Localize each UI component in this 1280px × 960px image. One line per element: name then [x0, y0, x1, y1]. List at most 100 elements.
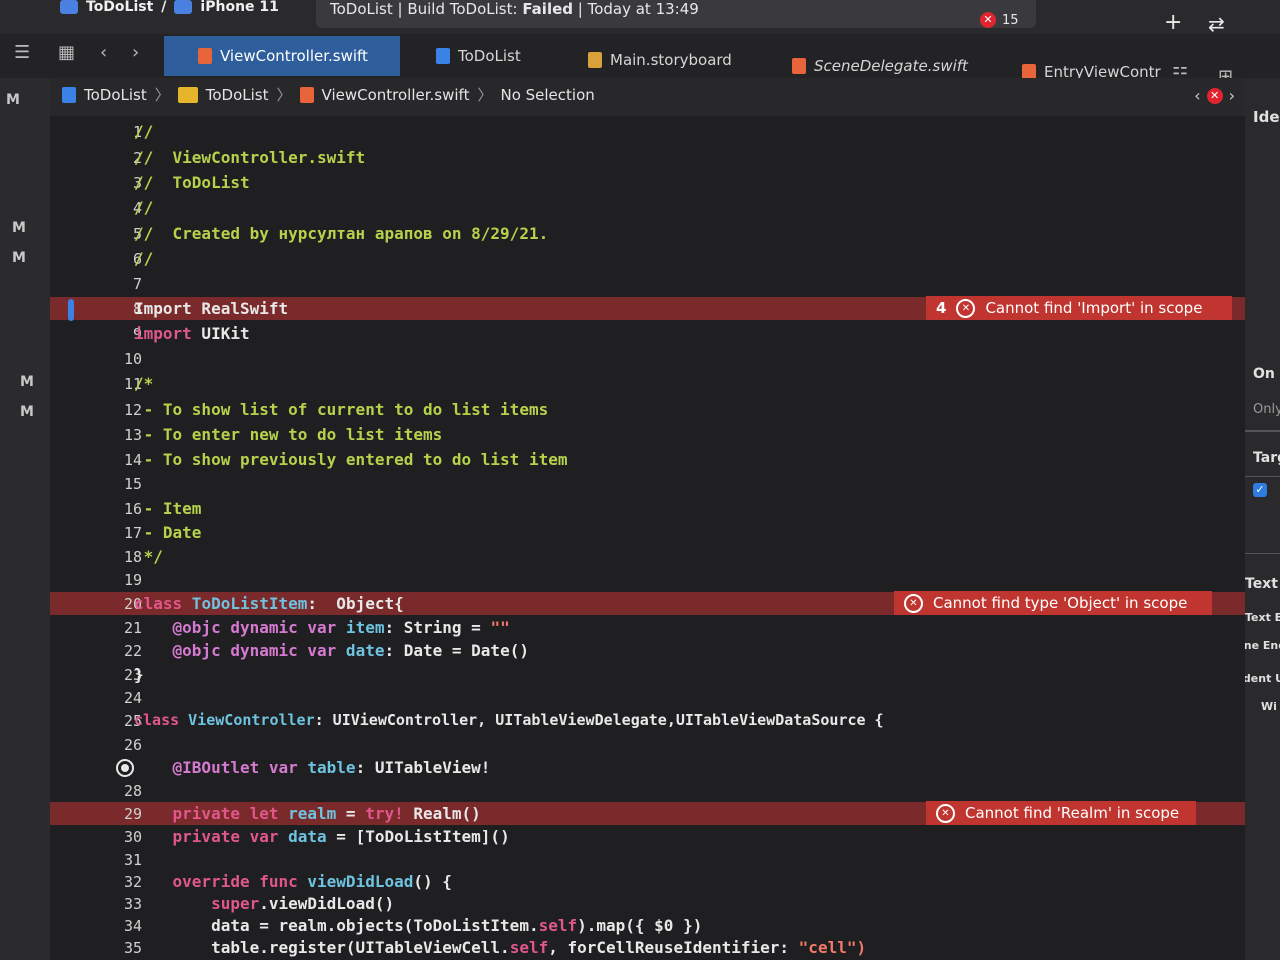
line-number: 31 — [123, 851, 142, 869]
tab-main-storyboard[interactable]: Main.storyboard — [588, 40, 732, 80]
tab-label: ViewController.swift — [220, 47, 368, 65]
error-annotation-count: 4 — [936, 299, 947, 317]
code-line: 16 - Item — [50, 497, 1245, 520]
line-endings-label: Line End — [1245, 639, 1280, 652]
text-encoding-label: Text Enc — [1245, 611, 1280, 624]
error-annotation[interactable]: ✕ Cannot find type 'Object' in scope — [894, 591, 1212, 615]
code-text: /* — [134, 374, 154, 393]
code-line: 35 table.register(UITableViewCell.self, … — [50, 936, 1245, 959]
breadcrumb: ToDoList 〉 ToDoList 〉 ViewController.swi… — [62, 84, 595, 105]
code-line: 22 @objc dynamic var date: Date = Date() — [50, 639, 1245, 662]
code-text: - Date — [134, 523, 202, 542]
tab-todolist-project[interactable]: ToDoList — [436, 36, 521, 76]
breadcrumb-group[interactable]: ToDoList — [206, 86, 269, 104]
breadcrumb-project[interactable]: ToDoList — [84, 86, 147, 104]
code-line: 12 - To show list of current to do list … — [50, 398, 1245, 421]
code-text: class ViewController: UIViewController, … — [134, 711, 884, 729]
code-text: // Created by нурсултан арапов on 8/29/2… — [134, 224, 549, 243]
modified-flag: M — [12, 220, 26, 236]
target-membership-heading: Target — [1253, 450, 1280, 466]
target-checkbox[interactable]: ✓ — [1253, 483, 1267, 497]
library-add-icon[interactable]: + — [1164, 10, 1182, 35]
code-line-error: 29 private let realm = try! Realm() ✕ Ca… — [50, 801, 1245, 825]
title-bar: ToDoList / iPhone 11 ToDoList | Build To… — [0, 0, 1280, 36]
error-annotation[interactable]: 4 ✕ Cannot find 'Import' in scope — [926, 296, 1232, 320]
modified-flag: M — [12, 250, 26, 266]
navigator-strip: M M M M M — [0, 78, 50, 960]
code-line: 19 — [50, 568, 1245, 591]
forward-icon[interactable]: › — [132, 42, 139, 63]
code-line: 30 private var data = [ToDoListItem]() — [50, 825, 1245, 848]
code-text: @objc dynamic var date: Date = Date() — [134, 641, 529, 660]
code-text: // — [134, 198, 154, 217]
widths-label: Wi — [1261, 700, 1277, 713]
code-line: @IBOutlet var table: UITableView! — [50, 756, 1245, 779]
code-text: @objc dynamic var item: String = "" — [134, 618, 510, 637]
code-review-icon[interactable]: ⇄ — [1208, 12, 1225, 36]
source-editor[interactable]: 1 // 2 // ViewController.swift 3 // ToDo… — [50, 116, 1245, 960]
related-items-icon[interactable]: ☰ — [14, 42, 30, 63]
scheme-icon — [60, 0, 78, 14]
error-annotation[interactable]: ✕ Cannot find 'Realm' in scope — [926, 801, 1196, 825]
folder-icon — [177, 86, 198, 103]
code-text: // — [134, 249, 154, 268]
next-issue-icon[interactable]: › — [1229, 86, 1235, 105]
previous-issue-icon[interactable]: ‹ — [1194, 86, 1200, 105]
modified-flag: M — [20, 404, 34, 420]
code-line-error: 20 class ToDoListItem: Object{ ✕ Cannot … — [50, 591, 1245, 615]
outlet-connection-icon[interactable] — [116, 759, 134, 777]
code-line: 24 — [50, 686, 1245, 709]
code-text: import UIKit — [134, 324, 250, 343]
code-line: 25 class ViewController: UIViewControlle… — [50, 709, 1245, 732]
inspector-identity-title: Ide — [1253, 108, 1280, 126]
code-line: 9 import UIKit — [50, 322, 1245, 345]
code-line: 7 — [50, 272, 1245, 295]
code-line: 6 // — [50, 247, 1245, 270]
jump-bar: ToDoList 〉 ToDoList 〉 ViewController.swi… — [50, 78, 1245, 117]
code-text: } — [134, 665, 144, 684]
breakpoint-marker[interactable] — [68, 299, 74, 321]
code-line: 2 // ViewController.swift — [50, 146, 1245, 169]
tab-viewcontroller[interactable]: ViewController.swift — [164, 36, 400, 76]
error-count: 15 — [1002, 12, 1019, 28]
code-text: Import RealSwift — [134, 299, 289, 318]
chevron-right-icon: 〉 — [477, 86, 493, 104]
on-demand-heading: On De — [1253, 366, 1280, 382]
code-text: table.register(UITableViewCell.self, for… — [134, 938, 867, 957]
scheme-selector[interactable]: ToDoList / iPhone 11 — [60, 0, 279, 15]
code-text: super.viewDidLoad() — [134, 894, 395, 913]
grid-icon[interactable]: ▦ — [58, 42, 75, 63]
project-icon — [436, 48, 450, 64]
back-icon[interactable]: ‹ — [100, 42, 107, 63]
error-count-badge[interactable]: ✕ 15 — [980, 12, 1019, 28]
code-text: private let realm = try! Realm() — [134, 804, 481, 823]
swift-file-icon — [299, 86, 314, 103]
code-text: // — [134, 122, 154, 141]
code-line: 1 // — [50, 120, 1245, 143]
text-settings-heading: Text Se — [1245, 576, 1280, 592]
code-line: 34 data = realm.objects(ToDoListItem.sel… — [50, 914, 1245, 937]
status-text: ToDoList | Build ToDoList: Failed | Toda… — [330, 0, 699, 18]
code-text: private var data = [ToDoListItem]() — [134, 827, 510, 846]
code-line-error: 8 Import RealSwift 4 ✕ Cannot find 'Impo… — [50, 296, 1245, 321]
code-line: 4 // — [50, 196, 1245, 219]
code-line: 10 — [50, 347, 1245, 370]
breadcrumb-file[interactable]: ViewController.swift — [322, 86, 470, 104]
line-number: 15 — [123, 475, 142, 493]
code-line: 15 — [50, 472, 1245, 495]
code-text: - To enter new to do list items — [134, 425, 443, 444]
issue-error-icon: ✕ — [1206, 87, 1223, 104]
code-line: 18 */ — [50, 545, 1245, 568]
tab-label: ToDoList — [458, 47, 521, 65]
code-line: 5 // Created by нурсултан арапов on 8/29… — [50, 222, 1245, 245]
error-circle-icon: ✕ — [904, 593, 923, 613]
breadcrumb-selection[interactable]: No Selection — [500, 86, 594, 104]
code-text: data = realm.objects(ToDoListItem.self).… — [134, 916, 703, 935]
line-number: 24 — [123, 689, 142, 707]
activity-status[interactable]: ToDoList | Build ToDoList: Failed | Toda… — [316, 0, 1036, 28]
code-line: 31 — [50, 848, 1245, 871]
code-line: 33 super.viewDidLoad() — [50, 892, 1245, 915]
error-message: Cannot find 'Realm' in scope — [965, 804, 1180, 822]
error-message: Cannot find 'Import' in scope — [985, 299, 1203, 317]
code-line: 28 — [50, 779, 1245, 802]
